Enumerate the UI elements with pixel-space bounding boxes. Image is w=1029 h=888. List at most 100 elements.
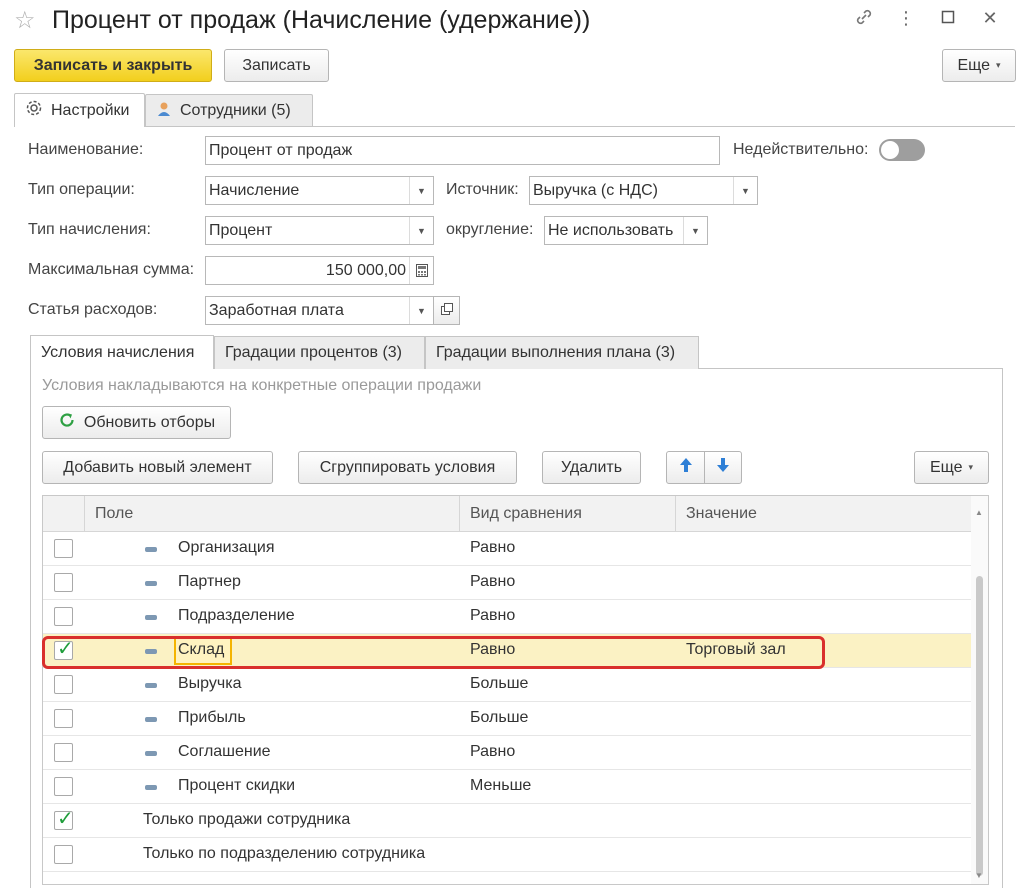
- row-checkbox[interactable]: [54, 709, 73, 728]
- save-and-close-button[interactable]: Записать и закрыть: [14, 49, 212, 82]
- tab-percent-gradations[interactable]: Градации процентов (3): [214, 336, 425, 369]
- table-row[interactable]: Партнер Равно: [43, 566, 972, 600]
- scroll-up-icon[interactable]: ▲: [975, 508, 983, 517]
- row-comparison: Равно: [470, 539, 516, 556]
- header-comparison[interactable]: Вид сравнения: [460, 496, 676, 532]
- tab-employees[interactable]: Сотрудники (5): [145, 94, 313, 127]
- tab-conditions-label: Условия начисления: [41, 343, 195, 361]
- source-select[interactable]: Выручка (с НДС) ▼: [529, 176, 758, 205]
- gear-icon: [25, 99, 43, 122]
- tab-plan-gradations-label: Градации выполнения плана (3): [436, 344, 676, 361]
- tab-conditions[interactable]: Условия начисления: [30, 335, 214, 369]
- arrow-down-icon: [716, 457, 730, 478]
- op-type-select[interactable]: Начисление ▼: [205, 176, 434, 205]
- save-button[interactable]: Записать: [224, 49, 329, 82]
- more-button[interactable]: Еще ▾: [942, 49, 1016, 82]
- row-value: Торговый зал: [686, 641, 786, 658]
- tab-settings[interactable]: Настройки: [14, 93, 145, 127]
- table-header: Поле Вид сравнения Значение: [43, 496, 988, 532]
- refresh-filters-button[interactable]: Обновить отборы: [42, 406, 231, 439]
- row-comparison: Равно: [470, 573, 516, 590]
- header-check-column: [43, 496, 85, 532]
- row-checkbox[interactable]: [54, 675, 73, 694]
- maximize-icon[interactable]: [939, 8, 957, 31]
- conditions-more-button[interactable]: Еще ▾: [914, 451, 989, 484]
- table-row[interactable]: Прибыль Больше: [43, 702, 972, 736]
- table-row[interactable]: ✓ Только продажи сотрудника: [43, 804, 972, 838]
- row-field: Организация: [178, 539, 275, 556]
- table-row[interactable]: Подразделение Равно: [43, 600, 972, 634]
- chevron-down-icon: ▾: [996, 60, 1001, 70]
- op-type-label: Тип операции:: [28, 181, 135, 198]
- scroll-down-icon[interactable]: ▼: [975, 871, 983, 880]
- conditions-hint: Условия накладываются на конкретные опер…: [42, 377, 482, 394]
- max-sum-label: Максимальная сумма:: [28, 261, 195, 278]
- invalid-label: Недействительно:: [733, 141, 869, 158]
- row-comparison: Равно: [470, 607, 516, 624]
- row-field: Только продажи сотрудника: [143, 811, 351, 828]
- checkmark-icon: ✓: [57, 808, 74, 830]
- row-comparison: Больше: [470, 675, 529, 692]
- table-row[interactable]: Процент скидки Меньше: [43, 770, 972, 804]
- row-comparison: Больше: [470, 709, 529, 726]
- person-icon: [156, 101, 172, 122]
- move-up-button[interactable]: [666, 451, 705, 484]
- table-row[interactable]: Выручка Больше: [43, 668, 972, 702]
- dropdown-arrow-icon[interactable]: ▼: [409, 217, 433, 244]
- calculator-icon[interactable]: [409, 257, 433, 284]
- expense-select[interactable]: Заработная плата ▼: [205, 296, 434, 325]
- tab-percent-gradations-label: Градации процентов (3): [225, 344, 403, 361]
- calc-type-label: Тип начисления:: [28, 221, 151, 238]
- group-conditions-button[interactable]: Сгруппировать условия: [298, 451, 517, 484]
- move-down-button[interactable]: [704, 451, 742, 484]
- name-field[interactable]: Процент от продаж: [205, 136, 720, 165]
- row-field: Партнер: [178, 573, 241, 590]
- refresh-filters-label: Обновить отборы: [83, 413, 216, 431]
- favorite-star-icon[interactable]: ☆: [14, 6, 36, 35]
- table-row[interactable]: Организация Равно: [43, 532, 972, 566]
- max-sum-field[interactable]: 150 000,00: [205, 256, 434, 285]
- row-checkbox[interactable]: [54, 539, 73, 558]
- add-element-button[interactable]: Добавить новый элемент: [42, 451, 273, 484]
- refresh-icon: [58, 411, 76, 434]
- calc-type-value: Процент: [209, 221, 273, 239]
- header-value[interactable]: Значение: [676, 496, 972, 532]
- open-copy-icon: [440, 302, 453, 320]
- link-icon[interactable]: [855, 8, 873, 31]
- field-item-icon: [145, 717, 157, 722]
- rounding-select[interactable]: Не использовать ▼: [544, 216, 708, 245]
- table-row[interactable]: ✓ Склад Равно Торговый зал: [43, 634, 972, 668]
- row-checkbox[interactable]: ✓: [54, 808, 74, 830]
- row-field: Выручка: [178, 675, 242, 692]
- row-checkbox[interactable]: [54, 573, 73, 592]
- scrollbar-thumb[interactable]: [976, 576, 983, 876]
- row-checkbox[interactable]: [54, 607, 73, 626]
- dropdown-arrow-icon[interactable]: ▼: [409, 297, 433, 324]
- header-field[interactable]: Поле: [85, 496, 460, 532]
- dropdown-arrow-icon[interactable]: ▼: [683, 217, 707, 244]
- source-value: Выручка (с НДС): [533, 181, 658, 199]
- vertical-scrollbar[interactable]: ▲ ▼: [971, 496, 988, 884]
- field-item-icon: [145, 615, 157, 620]
- row-checkbox[interactable]: [54, 845, 73, 864]
- name-label: Наименование:: [28, 141, 144, 158]
- row-checkbox[interactable]: [54, 743, 73, 762]
- open-item-button[interactable]: [433, 296, 460, 325]
- arrow-up-icon: [679, 457, 693, 478]
- field-item-icon: [145, 785, 157, 790]
- more-vertical-icon[interactable]: ⋮: [897, 8, 915, 31]
- calc-type-select[interactable]: Процент ▼: [205, 216, 434, 245]
- table-row[interactable]: Только по подразделению сотрудника: [43, 838, 972, 872]
- dropdown-arrow-icon[interactable]: ▼: [733, 177, 757, 204]
- delete-button[interactable]: Удалить: [542, 451, 641, 484]
- checkmark-icon: ✓: [57, 638, 74, 660]
- conditions-more-label: Еще: [929, 458, 963, 476]
- dropdown-arrow-icon[interactable]: ▼: [409, 177, 433, 204]
- table-row[interactable]: Соглашение Равно: [43, 736, 972, 770]
- row-checkbox[interactable]: [54, 777, 73, 796]
- tab-plan-gradations[interactable]: Градации выполнения плана (3): [425, 336, 699, 369]
- close-icon[interactable]: ✕: [981, 8, 999, 31]
- invalid-toggle[interactable]: [879, 139, 925, 161]
- row-checkbox[interactable]: ✓: [54, 638, 74, 660]
- conditions-table: Поле Вид сравнения Значение Организация Р…: [42, 495, 989, 885]
